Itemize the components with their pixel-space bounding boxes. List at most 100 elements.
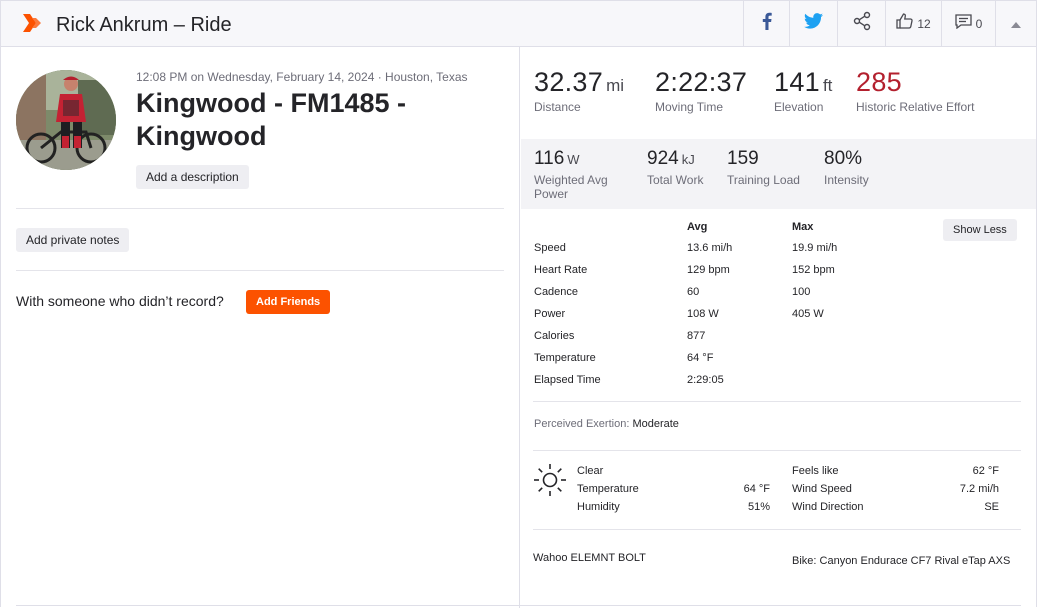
- row-name: Cadence: [534, 286, 579, 298]
- stat-intensity: 80% Intensity: [824, 148, 869, 187]
- row-avg: 13.6 mi/h: [687, 242, 733, 254]
- row-name: Speed: [534, 242, 566, 254]
- divider: [533, 401, 1021, 402]
- device-name: Wahoo ELEMNT BOLT: [533, 552, 646, 564]
- max-column-header: Max: [792, 221, 814, 233]
- divider: [16, 270, 504, 271]
- show-less-button[interactable]: Show Less: [943, 219, 1017, 241]
- stat-label: Elevation: [774, 100, 824, 114]
- stat-label: Historic Relative Effort: [856, 100, 975, 114]
- with-someone-label: With someone who didn’t record?: [16, 293, 224, 309]
- sun-icon: [533, 463, 567, 502]
- facebook-icon: [762, 12, 772, 35]
- collapse-button[interactable]: [995, 1, 1036, 46]
- row-name: Heart Rate: [534, 264, 588, 276]
- wind-speed-label: Wind Speed: [792, 483, 852, 495]
- stat-value: 924: [647, 148, 679, 169]
- share-button[interactable]: [837, 1, 885, 46]
- add-private-notes-button[interactable]: Add private notes: [16, 228, 130, 252]
- stat-unit: kJ: [681, 152, 695, 167]
- header-title: Rick Ankrum – Ride: [56, 14, 232, 36]
- activity-summary-panel: 12:08 PM on Wednesday, February 14, 2024…: [1, 47, 520, 608]
- activity-header: Rick Ankrum – Ride 12 0: [1, 1, 1036, 47]
- stat-value: 2:22:37: [655, 67, 748, 97]
- row-max: 100: [792, 286, 811, 298]
- perceived-exertion: Perceived Exertion: Moderate: [534, 418, 679, 430]
- table-row: Speed 13.6 mi/h 19.9 mi/h: [534, 242, 934, 264]
- weather-temperature-label: Temperature: [577, 483, 639, 495]
- twitter-icon: [804, 13, 823, 34]
- comment-icon: [955, 13, 972, 34]
- stat-label: Total Work: [647, 173, 704, 187]
- wind-direction-label: Wind Direction: [792, 501, 864, 513]
- row-avg: 108 W: [687, 308, 719, 320]
- divider: [533, 450, 1021, 451]
- table-row: Cadence 60 100: [534, 286, 934, 308]
- table-row: Temperature 64 °F: [534, 352, 934, 374]
- row-avg: 2:29:05: [687, 374, 724, 386]
- stat-total-work: 924 kJ Total Work: [647, 148, 703, 187]
- stat-label: Distance: [534, 100, 581, 114]
- feels-like-value: 62 °F: [972, 465, 999, 477]
- row-name: Elapsed Time: [534, 374, 601, 386]
- feels-like-label: Feels like: [792, 465, 839, 477]
- perceived-exertion-value: Moderate: [632, 418, 679, 430]
- avg-column-header: Avg: [687, 221, 708, 233]
- row-name: Calories: [534, 330, 575, 342]
- stat-unit: mi: [606, 76, 625, 95]
- activity-datetime-location: 12:08 PM on Wednesday, February 14, 2024…: [136, 70, 468, 84]
- stat-value: 285: [856, 67, 902, 97]
- row-max: 152 bpm: [792, 264, 835, 276]
- activity-title: Kingwood - FM1485 - Kingwood: [136, 88, 406, 151]
- share-icon: [852, 11, 872, 36]
- stat-label: Moving Time: [655, 100, 724, 114]
- stat-relative-effort[interactable]: 285 Historic Relative Effort: [856, 67, 976, 114]
- stat-label: Intensity: [824, 173, 869, 187]
- row-max: 405 W: [792, 308, 824, 320]
- comment-count: 0: [975, 16, 983, 31]
- weather-condition: Clear: [577, 465, 604, 477]
- stat-unit: W: [567, 152, 580, 167]
- chevron-up-icon: [1011, 15, 1021, 33]
- stat-distance: 32.37 mi Distance: [534, 67, 624, 114]
- activity-stats-panel: 32.37 mi Distance 2:22:37 Moving Time 141…: [521, 47, 1036, 608]
- comment-button[interactable]: 0: [941, 1, 995, 46]
- stat-training-load: 159 Training Load: [727, 148, 800, 187]
- row-avg: 877: [687, 330, 706, 342]
- divider: [16, 208, 504, 209]
- table-row: Elapsed Time 2:29:05: [534, 374, 934, 396]
- activity-frame: Rick Ankrum – Ride 12 0 12:08 PM on Wedn…: [0, 0, 1037, 608]
- table-row: Power 108 W 405 W: [534, 308, 934, 330]
- add-description-button[interactable]: Add a description: [136, 165, 249, 189]
- wind-speed-value: 7.2 mi/h: [959, 483, 999, 495]
- bottom-divider: [16, 605, 1021, 606]
- table-row: Calories 877: [534, 330, 934, 352]
- athlete-avatar[interactable]: [16, 70, 116, 170]
- weather-humidity-label: Humidity: [577, 501, 620, 513]
- add-friends-button[interactable]: Add Friends: [246, 290, 331, 314]
- kudos-button[interactable]: 12: [885, 1, 941, 46]
- kudos-count: 12: [917, 16, 931, 31]
- stat-value: 141: [774, 67, 820, 97]
- stat-label: Weighted Avg Power: [534, 173, 608, 201]
- stat-moving-time: 2:22:37 Moving Time: [655, 67, 747, 114]
- weather-temperature-value: 64 °F: [743, 483, 770, 495]
- row-name: Power: [534, 308, 566, 320]
- stat-label: Training Load: [727, 173, 800, 187]
- wind-direction-value: SE: [984, 501, 999, 513]
- stat-value: 32.37: [534, 67, 604, 97]
- divider: [533, 529, 1021, 530]
- bike-name: Bike: Canyon Endurace CF7 Rival eTap AXS: [792, 555, 1011, 567]
- twitter-share-button[interactable]: [789, 1, 837, 46]
- row-name: Temperature: [534, 352, 596, 364]
- weather-humidity-value: 51%: [747, 501, 770, 513]
- perceived-exertion-label: Perceived Exertion:: [534, 418, 630, 430]
- row-avg: 129 bpm: [687, 264, 730, 276]
- stat-unit: ft: [822, 76, 833, 95]
- stat-weighted-avg-power: 116 W Weighted Avg Power: [534, 148, 634, 201]
- strava-logo-icon: [23, 12, 42, 39]
- facebook-share-button[interactable]: [743, 1, 789, 46]
- stat-value: 116: [534, 148, 565, 169]
- stat-elevation: 141 ft Elevation: [774, 67, 832, 114]
- stat-value: 159: [727, 148, 759, 169]
